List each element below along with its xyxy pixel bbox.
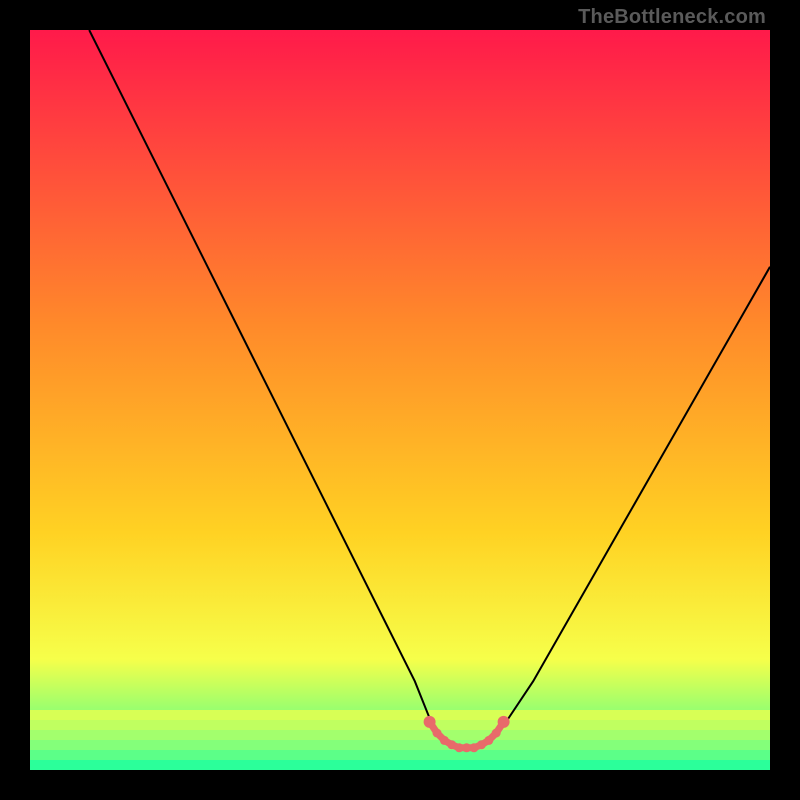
marker-dot bbox=[433, 729, 442, 738]
stripe bbox=[30, 750, 770, 760]
gradient-background bbox=[30, 30, 770, 770]
bottom-stripes bbox=[30, 710, 770, 770]
marker-dot bbox=[492, 729, 501, 738]
marker-dot bbox=[424, 716, 436, 728]
bottleneck-chart bbox=[30, 30, 770, 770]
marker-dot bbox=[498, 716, 510, 728]
stripe bbox=[30, 710, 770, 720]
stripe bbox=[30, 760, 770, 770]
watermark-text: TheBottleneck.com bbox=[578, 6, 766, 29]
stripe bbox=[30, 740, 770, 750]
stripe bbox=[30, 730, 770, 740]
stripe bbox=[30, 720, 770, 730]
chart-frame bbox=[30, 30, 770, 770]
marker-dot bbox=[484, 736, 493, 745]
